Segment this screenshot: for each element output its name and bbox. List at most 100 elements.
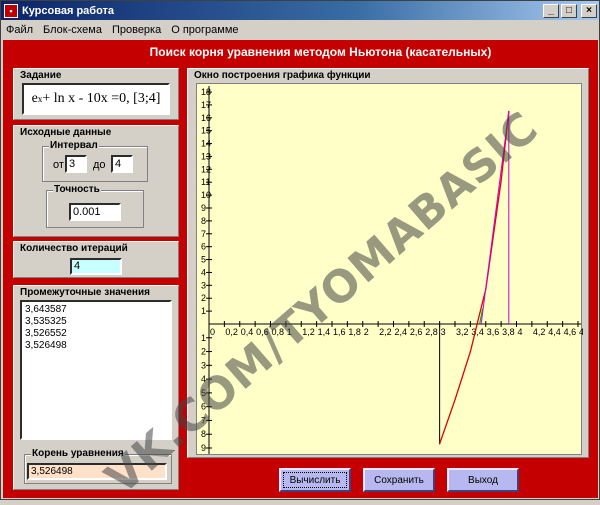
y-tick-label: 17 — [201, 100, 211, 110]
x-tick-label: 1,2 — [302, 327, 315, 337]
y-tick-label: 13 — [201, 151, 211, 161]
y-tick-label: 6 — [201, 242, 206, 252]
title-bar: ▪ Курсовая работа _ □ × — [1, 1, 599, 20]
x-tick-label: 4,8 — [579, 327, 583, 337]
app-window: ▪ Курсовая работа _ □ × Файл Блок-схема … — [0, 0, 600, 504]
x-tick-label: 4,2 — [533, 327, 546, 337]
precision-input[interactable]: 0.001 — [69, 203, 121, 221]
interval-group: Интервал от 3 до 4 — [42, 140, 148, 182]
y-tick-label: 10 — [201, 190, 211, 200]
menu-check[interactable]: Проверка — [107, 24, 166, 36]
compute-button[interactable]: Вычислить — [279, 468, 351, 492]
x-tick-label: 4 — [518, 327, 523, 337]
maximize-button[interactable]: □ — [561, 3, 577, 18]
minimize-button[interactable]: _ — [543, 3, 559, 18]
x-tick-label: 3,2 — [456, 327, 469, 337]
x-tick-label: 0,2 — [225, 327, 238, 337]
x-tick-label: 0 — [210, 327, 215, 337]
app-icon: ▪ — [4, 3, 18, 18]
iterations-panel: Количество итераций 4 — [13, 241, 179, 278]
y-tick-label: 5 — [201, 255, 206, 265]
y-tick-label: 5 — [201, 388, 206, 398]
window-title: Курсовая работа — [22, 4, 115, 17]
iterations-label: Количество итераций — [20, 243, 128, 254]
tangent-line — [480, 111, 510, 325]
interval-label: Интервал — [49, 140, 99, 152]
y-tick-label: 6 — [201, 402, 206, 412]
y-tick-label: 11 — [201, 177, 210, 187]
x-tick-label: 1,6 — [333, 327, 346, 337]
x-tick-label: 4,4 — [548, 327, 561, 337]
root-group: Корень уравнения 3,526498 — [24, 448, 172, 484]
list-item: 3,535325 — [25, 316, 67, 327]
list-item: 3,526552 — [25, 328, 67, 339]
iterations-field: 4 — [70, 258, 122, 275]
menu-file[interactable]: Файл — [1, 24, 38, 36]
x-tick-label: 0,4 — [241, 327, 254, 337]
x-tick-label: 2,8 — [425, 327, 438, 337]
x-tick-label: 2,2 — [379, 327, 392, 337]
graph-panel: Окно построения графика функции 0 0,2 0,4 0… — [187, 68, 592, 458]
list-item: 3,526498 — [25, 340, 67, 351]
formula-rest: + ln x - 10x =0, [3;4] — [42, 91, 161, 106]
x-tick-label: 0,8 — [272, 327, 285, 337]
input-label: Исходные данные — [20, 127, 112, 138]
x-tick-label: 3 — [441, 327, 446, 337]
from-input[interactable]: 3 — [65, 155, 87, 173]
y-tick-label: 1 — [201, 306, 206, 316]
y-tick-label: 1 — [201, 333, 206, 343]
y-tick-label: 14 — [201, 139, 211, 149]
x-tick-label: 0,6 — [256, 327, 269, 337]
x-tick-label: 1,8 — [348, 327, 361, 337]
input-panel: Исходные данные Интервал от 3 до 4 Точно… — [13, 125, 179, 237]
x-tick-label: 2,4 — [395, 327, 408, 337]
y-tick-label: 9 — [201, 203, 206, 213]
y-tick-label: 8 — [201, 429, 206, 439]
y-tick-label: 4 — [201, 267, 206, 277]
y-tick-label: 12 — [201, 164, 211, 174]
y-tick-label: 2 — [201, 347, 206, 357]
function-plot: 0 0,2 0,4 0,6 0,8 1 1,2 1,4 1,6 1,8 2 2,2 2,4 2,6 2,8 3… — [201, 86, 592, 454]
graph-label: Окно построения графика функции — [194, 70, 371, 81]
x-tick-label: 1 — [287, 327, 292, 337]
client-area: Поиск корня уравнения методом Ньютона (к… — [3, 40, 598, 498]
task-label: Задание — [20, 70, 62, 81]
y-tick-label: 3 — [201, 280, 206, 290]
exit-button[interactable]: Выход — [447, 468, 519, 492]
y-tick-label: 9 — [201, 443, 206, 453]
x-tick-label: 4,6 — [564, 327, 577, 337]
list-item: 3,643587 — [25, 304, 67, 315]
root-label: Корень уравнения — [31, 448, 125, 460]
x-tick-label: 3,4 — [471, 327, 484, 337]
menu-about[interactable]: О программе — [166, 24, 243, 36]
menu-flowchart[interactable]: Блок-схема — [38, 24, 107, 36]
y-tick-label: 3 — [201, 360, 206, 370]
y-tick-label: 16 — [201, 113, 211, 123]
to-label: до — [93, 159, 106, 171]
x-tick-label: 1,4 — [318, 327, 331, 337]
save-button[interactable]: Сохранить — [363, 468, 435, 492]
function-curve — [438, 111, 510, 445]
curve-point — [439, 443, 441, 445]
close-button[interactable]: × — [581, 3, 597, 18]
to-input[interactable]: 4 — [111, 155, 133, 173]
intermediate-label: Промежуточные значения — [20, 287, 150, 298]
x-tick-label: 2 — [364, 327, 369, 337]
y-tick-label: 8 — [201, 216, 206, 226]
curve-point — [477, 319, 479, 321]
curve-point — [454, 399, 456, 401]
x-tick-label: 3,6 — [487, 327, 500, 337]
curve-point — [469, 350, 471, 353]
y-tick-label: 2 — [201, 293, 206, 303]
precision-group: Точность 0.001 — [46, 184, 144, 228]
intermediate-list[interactable]: 3,643587 3,535325 3,526552 3,526498 — [20, 300, 172, 440]
root-field: 3,526498 — [27, 463, 167, 480]
precision-label: Точность — [53, 184, 101, 196]
curve-point — [500, 180, 502, 182]
y-tick-label: 7 — [201, 415, 206, 425]
intermediate-panel: Промежуточные значения 3,643587 3,535325… — [13, 285, 179, 490]
formula-box: e x + ln x - 10x =0, [3;4] — [22, 83, 170, 115]
y-tick-label: 15 — [201, 126, 211, 136]
y-tick-label: 4 — [201, 374, 206, 384]
x-tick-label: 3,8 — [502, 327, 515, 337]
